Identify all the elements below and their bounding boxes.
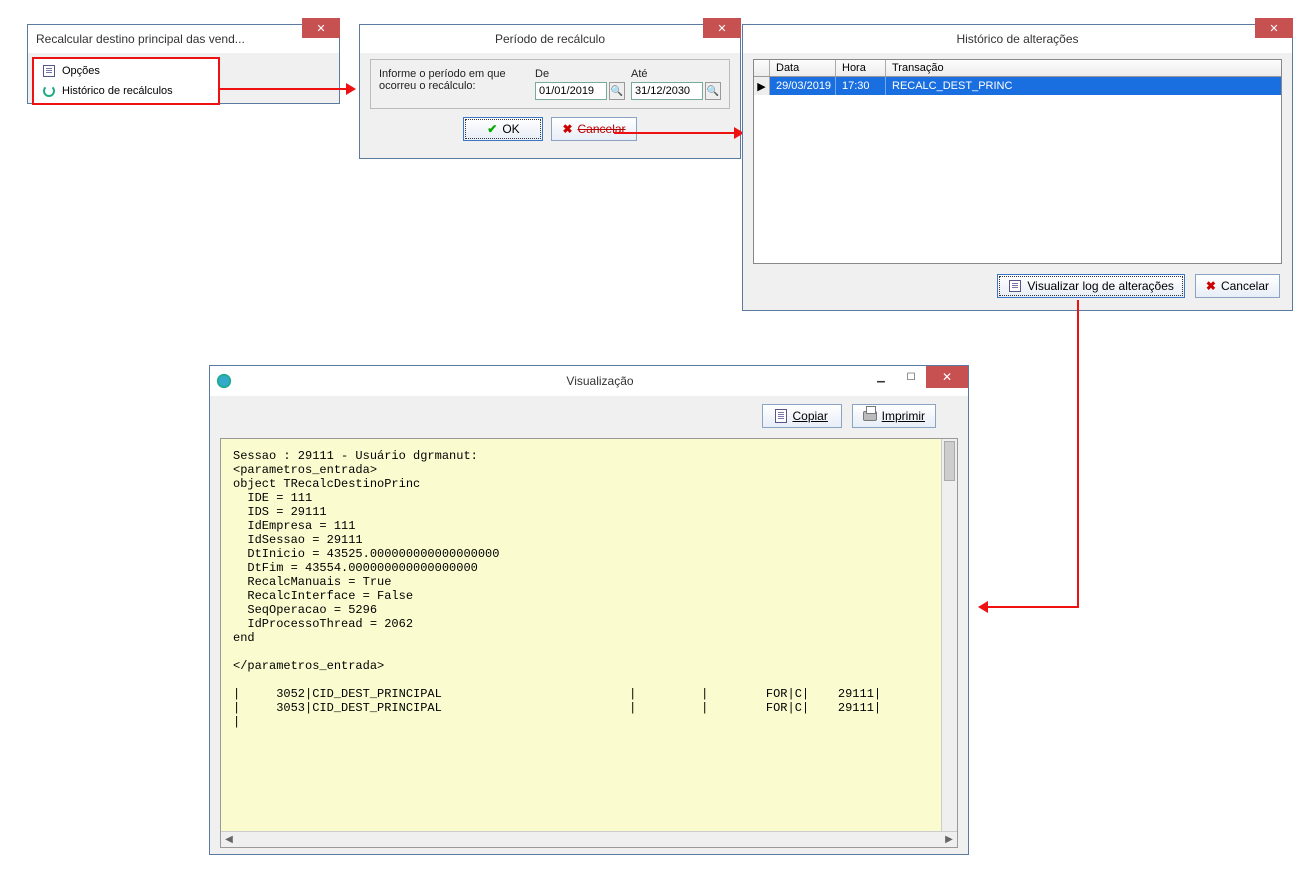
copy-icon [775,409,787,423]
titlebar-historico[interactable]: Histórico de alterações [743,25,1292,53]
scroll-left-icon[interactable]: ◀ [221,833,237,847]
title-text: Histórico de alterações [743,32,1292,46]
window-visualizacao: Visualização Copiar Imprimir Sessao : 29… [209,365,969,855]
menu-item-label: Histórico de recálculos [62,85,173,97]
button-label: Copiar [792,409,827,423]
rowmarker-header [754,60,770,76]
col-header-data[interactable]: Data [770,60,836,76]
titlebar-visualizacao[interactable]: Visualização [210,366,968,396]
instruction-label: Informe o período em que ocorreu o recál… [379,68,529,92]
title-text: Visualização [232,374,968,388]
button-label: Imprimir [882,409,925,423]
cancel-button[interactable]: ✖ Cancelar [1195,274,1280,298]
titlebar-recalcular[interactable]: Recalcular destino principal das vend... [28,25,339,53]
cancel-button[interactable]: ✖ Cancelar [551,117,636,141]
check-icon: ✔ [487,122,497,136]
calendar-icon[interactable]: 🔍 [705,82,721,100]
ate-label: Até [631,68,721,80]
ate-input[interactable] [631,82,703,100]
menu-item-label: Opções [62,65,100,77]
printer-icon [863,411,877,421]
close-icon[interactable] [302,18,340,38]
history-grid[interactable]: Data Hora Transação ▶ 29/03/2019 17:30 R… [753,59,1282,264]
horizontal-scrollbar[interactable]: ◀ ▶ [221,831,957,847]
close-icon[interactable] [703,18,741,38]
cell-hora: 17:30 [836,77,886,95]
menu-item-historico[interactable]: Histórico de recálculos [34,81,218,101]
button-label: Visualizar log de alterações [1027,279,1174,293]
table-row[interactable]: ▶ 29/03/2019 17:30 RECALC_DEST_PRINC [754,77,1281,95]
close-icon[interactable] [926,366,968,388]
title-text: Período de recálculo [360,32,740,46]
menu-item-opcoes[interactable]: Opções [34,61,218,81]
minimize-icon[interactable] [866,366,896,388]
cell-data: 29/03/2019 [770,77,836,95]
close-icon[interactable] [1255,18,1293,38]
ok-button[interactable]: ✔ OK [463,117,543,141]
de-label: De [535,68,625,80]
scroll-right-icon[interactable]: ▶ [941,833,957,847]
print-button[interactable]: Imprimir [852,404,936,428]
de-input[interactable] [535,82,607,100]
window-historico: Histórico de alterações Data Hora Transa… [742,24,1293,311]
title-text: Recalcular destino principal das vend... [28,32,339,46]
button-label: Cancelar [1221,279,1269,293]
log-viewer-container: Sessao : 29111 - Usuário dgrmanut: <para… [220,438,958,848]
titlebar-periodo[interactable]: Período de recálculo [360,25,740,53]
col-header-transacao[interactable]: Transação [886,60,1076,76]
grid-header: Data Hora Transação [754,60,1281,77]
document-icon [1008,279,1022,293]
col-header-hora[interactable]: Hora [836,60,886,76]
menu-strip: Opções Histórico de recálculos [32,57,220,105]
window-recalcular: Recalcular destino principal das vend...… [27,24,340,104]
calendar-icon[interactable]: 🔍 [609,82,625,100]
view-log-button[interactable]: Visualizar log de alterações [997,274,1185,298]
button-label: OK [502,122,519,136]
document-icon [42,64,56,78]
row-indicator-icon: ▶ [754,77,770,95]
log-viewer[interactable]: Sessao : 29111 - Usuário dgrmanut: <para… [221,439,941,831]
vertical-scrollbar[interactable] [941,439,957,831]
cell-transacao: RECALC_DEST_PRINC [886,77,1076,95]
maximize-icon[interactable] [896,366,926,388]
x-icon: ✖ [1206,279,1216,293]
window-periodo: Período de recálculo Informe o período e… [359,24,741,159]
copy-button[interactable]: Copiar [762,404,842,428]
refresh-icon [42,84,56,98]
period-fieldset: Informe o período em que ocorreu o recál… [370,59,730,109]
app-icon [216,373,232,389]
x-icon: ✖ [562,122,572,136]
